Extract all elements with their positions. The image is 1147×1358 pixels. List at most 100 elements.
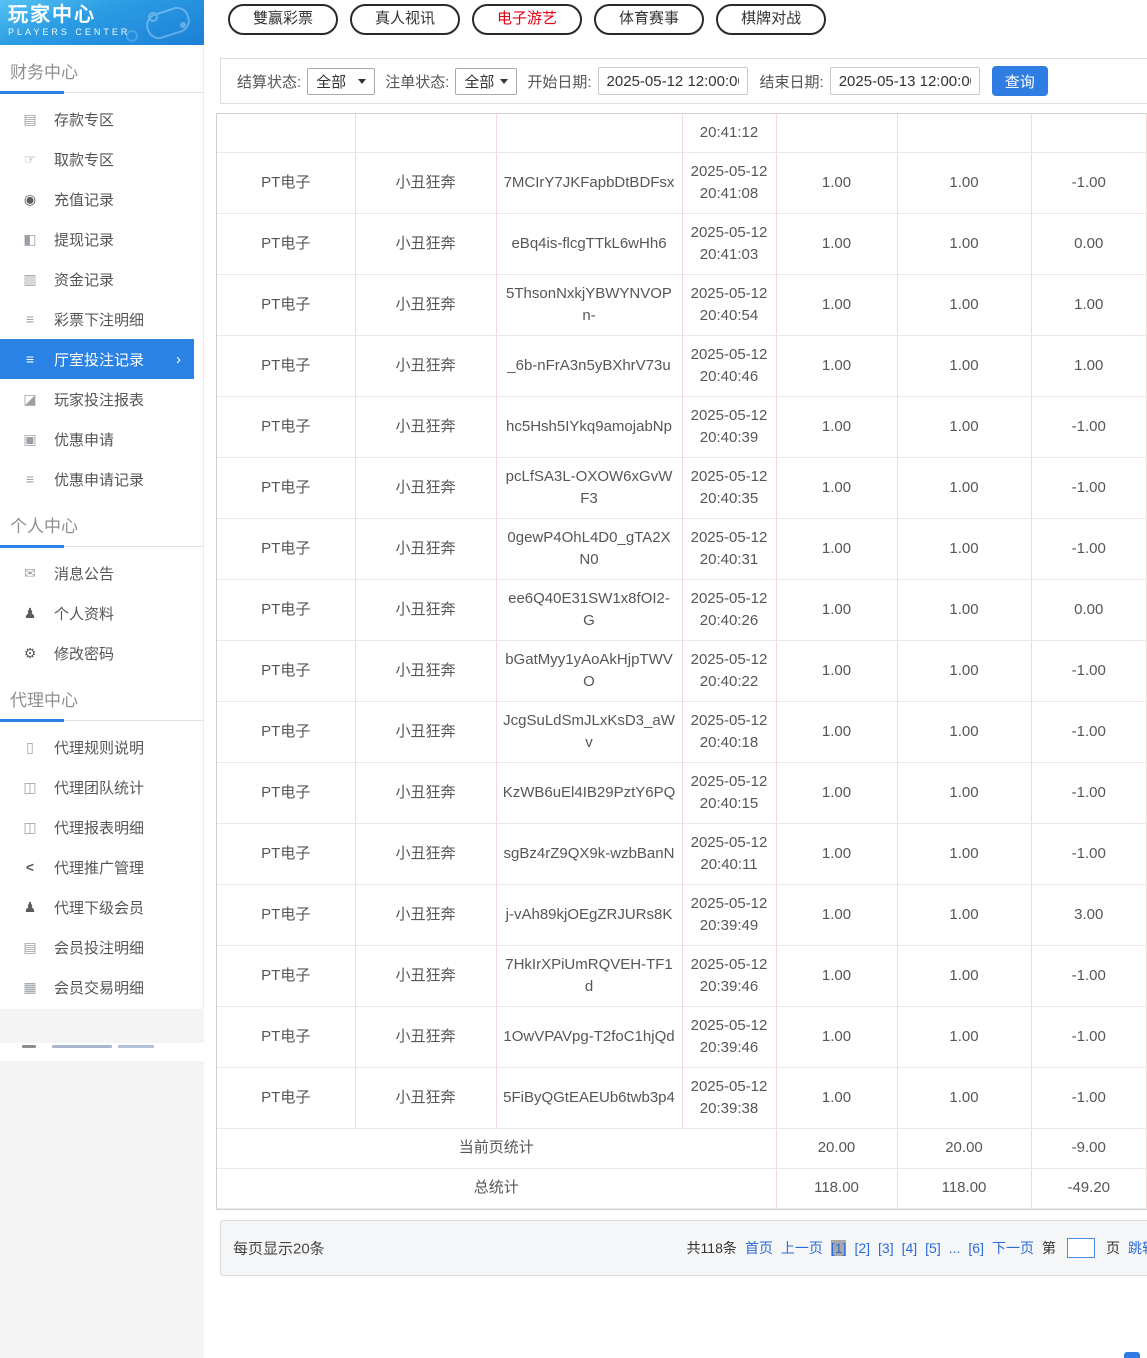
total-summary-result: -49.20 — [1031, 1168, 1147, 1208]
sidebar-item-member-transaction[interactable]: ▦ 会员交易明细 — [0, 967, 194, 1007]
cell-valid-amount: 1.00 — [897, 640, 1031, 701]
order-status-select[interactable]: 全部 — [455, 68, 517, 95]
sidebar-item-recharge-record[interactable]: ◉ 充值记录 — [0, 179, 194, 219]
tab-体育赛事[interactable]: 体育赛事 — [594, 4, 704, 35]
end-date-input[interactable] — [830, 67, 980, 95]
sidebar-item-gear[interactable]: ⚙ 修改密码 — [0, 633, 194, 673]
section-divider — [0, 92, 204, 93]
table-row: PT电子 小丑狂奔 j-vAh89kjOEgZRJURs8K 2025-05-1… — [217, 884, 1147, 945]
query-button[interactable]: 查询 — [992, 66, 1048, 96]
caret-down-icon — [358, 79, 366, 84]
cell-bet-time: 2025-05-12 20:40:35 — [682, 457, 776, 518]
cell-bet-amount: 1.00 — [776, 274, 897, 335]
page-link-5[interactable]: [5] — [925, 1240, 941, 1256]
cell-valid-amount: 1.00 — [897, 1067, 1031, 1128]
sidebar-item-funds-record[interactable]: ▥ 资金记录 — [0, 259, 194, 299]
sidebar-item-bell[interactable]: ✉ 消息公告 — [0, 553, 194, 593]
sidebar-item-share[interactable]: < 代理推广管理 — [0, 847, 194, 887]
cell-game-name: 小丑狂奔 — [355, 762, 496, 823]
page-link-2[interactable]: [2] — [854, 1240, 870, 1256]
jump-action-link[interactable]: 跳转 — [1128, 1238, 1147, 1258]
cell-win-loss: -1.00 — [1031, 701, 1147, 762]
bottom-right-widget-fragment[interactable] — [1124, 1352, 1140, 1358]
tab-雙赢彩票[interactable]: 雙赢彩票 — [228, 4, 338, 35]
sidebar-item-player-bet-report[interactable]: ◪ 玩家投注报表 — [0, 379, 194, 419]
sidebar-item-members[interactable]: ♟ 代理下级会员 — [0, 887, 194, 927]
jump-page-input[interactable] — [1067, 1238, 1095, 1258]
page-link-3[interactable]: [3] — [878, 1240, 894, 1256]
sidebar-item-lottery-bet-detail[interactable]: ≡ 彩票下注明细 — [0, 299, 194, 339]
cell-bet-time: 2025-05-12 20:41:08 — [682, 152, 776, 213]
table-row: PT电子 小丑狂奔 1OwVPAVpg-T2foC1hjQd 2025-05-1… — [217, 1006, 1147, 1067]
prev-page-link[interactable]: 上一页 — [781, 1238, 823, 1258]
sidebar-section-title: 财务中心 — [0, 45, 204, 92]
sidebar-item-promo-record[interactable]: ≡ 优惠申请记录 — [0, 459, 194, 499]
pagination: 共118条 首页 上一页 [1][2][3][4][5]...[6] 下一页 第… — [687, 1238, 1147, 1258]
sidebar-section-items: ✉ 消息公告 ♟ 个人资料 ⚙ 修改密码 — [0, 553, 204, 673]
members-icon: ♟ — [21, 899, 39, 916]
tab-真人视讯[interactable]: 真人视讯 — [350, 4, 460, 35]
cell-bet-time: 2025-05-12 20:40:54 — [682, 274, 776, 335]
sidebar-item-person[interactable]: ♟ 个人资料 — [0, 593, 194, 633]
clipped-sidebar-item[interactable] — [0, 1043, 204, 1061]
sidebar-item-team-stats[interactable]: ◫ 代理团队统计 — [0, 767, 194, 807]
cell-bet-time: 2025-05-12 20:40:31 — [682, 518, 776, 579]
sidebar-item-document[interactable]: ▯ 代理规则说明 — [0, 727, 194, 767]
table-row: PT电子 小丑狂奔 JcgSuLdSmJLxKsD3_aWv 2025-05-1… — [217, 701, 1147, 762]
table-row: PT电子 小丑狂奔 pcLfSA3L-OXOW6xGvWF3 2025-05-1… — [217, 457, 1147, 518]
sidebar-item-label: 代理报表明细 — [54, 817, 144, 838]
cell-bet-amount: 1.00 — [776, 762, 897, 823]
sidebar-item-promo-apply[interactable]: ▣ 优惠申请 — [0, 419, 194, 459]
cell-bet-time: 2025-05-12 20:40:26 — [682, 579, 776, 640]
cell-order-id: ee6Q40E31SW1x8fOI2-G — [496, 579, 682, 640]
cell-order-id: j-vAh89kjOEgZRJURs8K — [496, 884, 682, 945]
page-summary-row: 当前页统计 20.00 20.00 -9.00 — [217, 1128, 1147, 1168]
cell-game-name: 小丑狂奔 — [355, 213, 496, 274]
cell-vendor: PT电子 — [217, 945, 355, 1006]
end-date-label: 结束日期: — [760, 71, 824, 92]
cell-order-id: 5ThsonNxkjYBWYNVOPn- — [496, 274, 682, 335]
first-page-link[interactable]: 首页 — [745, 1238, 773, 1258]
cell-win-loss: -1.00 — [1031, 1006, 1147, 1067]
sidebar-item-report-detail[interactable]: ◫ 代理报表明细 — [0, 807, 194, 847]
page-link-4[interactable]: [4] — [902, 1240, 918, 1256]
cell-win-loss: -1.00 — [1031, 518, 1147, 579]
cell-vendor: PT电子 — [217, 274, 355, 335]
sidebar-item-withdrawal-record[interactable]: ◧ 提现记录 — [0, 219, 194, 259]
sidebar-item-label: 充值记录 — [54, 189, 114, 210]
next-page-link[interactable]: 下一页 — [992, 1238, 1034, 1258]
cell-vendor: PT电子 — [217, 457, 355, 518]
recharge-record-icon: ◉ — [21, 191, 39, 208]
tab-棋牌对战[interactable]: 棋牌对战 — [716, 4, 826, 35]
page-link-6[interactable]: [6] — [968, 1240, 984, 1256]
table-row: PT电子 小丑狂奔 0gewP4OhL4D0_gTA2XN0 2025-05-1… — [217, 518, 1147, 579]
cell-game-name: 小丑狂奔 — [355, 152, 496, 213]
cell-bet-amount: 1.00 — [776, 335, 897, 396]
cell-win-loss: -1.00 — [1031, 396, 1147, 457]
settle-status-select[interactable]: 全部 — [307, 68, 375, 95]
sidebar-item-label: 厅室投注记录 — [54, 349, 144, 370]
sidebar-item-label: 彩票下注明细 — [54, 309, 144, 330]
sidebar-item-deposit[interactable]: ▤ 存款专区 — [0, 99, 194, 139]
page-link-1[interactable]: [1] — [831, 1240, 847, 1256]
table-row: PT电子 小丑狂奔 ee6Q40E31SW1x8fOI2-G 2025-05-1… — [217, 579, 1147, 640]
sidebar-item-hall-bet-record[interactable]: ≡ 厅室投注记录 › — [0, 339, 194, 379]
sidebar-item-label: 资金记录 — [54, 269, 114, 290]
cell-bet-time: 2025-05-12 20:40:15 — [682, 762, 776, 823]
cell-win-loss: 1.00 — [1031, 335, 1147, 396]
jump-suffix-label: 页 — [1106, 1238, 1120, 1258]
sidebar-item-withdraw-hand[interactable]: ☞ 取款专区 — [0, 139, 194, 179]
cell-valid-amount: 1.00 — [897, 335, 1031, 396]
page-number-links: [1][2][3][4][5]...[6] — [831, 1240, 984, 1256]
tab-电子游艺[interactable]: 电子游艺 — [472, 4, 582, 35]
cell-bet-time: 2025-05-12 20:39:46 — [682, 1006, 776, 1067]
cell-game-name: 小丑狂奔 — [355, 335, 496, 396]
total-count-label: 共118条 — [687, 1238, 737, 1258]
sidebar-item-member-bet-detail[interactable]: ▤ 会员投注明细 — [0, 927, 194, 967]
total-summary-valid: 118.00 — [897, 1168, 1031, 1208]
start-date-input[interactable] — [598, 67, 748, 95]
cell-vendor: PT电子 — [217, 762, 355, 823]
cell-bet-amount: 1.00 — [776, 518, 897, 579]
filter-bar: 结算状态: 全部 注单状态: 全部 开始日期: 结束日期: 查询 — [220, 58, 1147, 104]
sidebar-section: 代理中心 ▯ 代理规则说明 ◫ 代理团队统计 ◫ 代理报表明细 < 代理推广管理… — [0, 673, 204, 1007]
